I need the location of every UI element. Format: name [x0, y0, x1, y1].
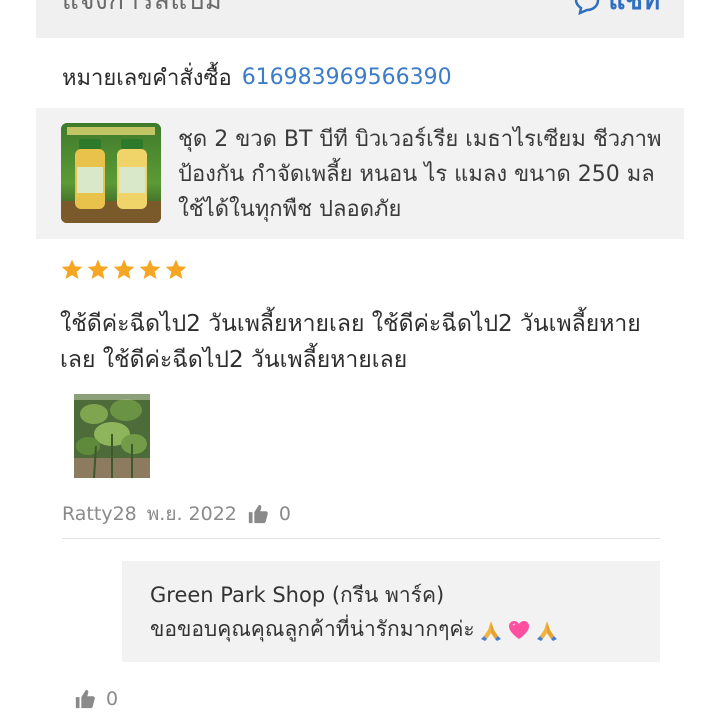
- report-spam-title[interactable]: แจ้งการสแปม: [62, 0, 222, 21]
- divider: [62, 538, 660, 539]
- order-number-row: หมายเลขคำสั่งซื้อ 616983969566390: [62, 60, 452, 94]
- review-text: ใช้ดีค่ะฉีดไป2 วันเพลี้ยหายเลย ใช้ดีค่ะฉ…: [60, 311, 641, 373]
- rating-stars: [60, 258, 188, 282]
- top-bar: แจ้งการสแปม แชท: [36, 0, 684, 38]
- folded-hands-icon: [480, 620, 501, 641]
- seller-name: Green Park Shop (กรีน พาร์ค): [150, 583, 445, 607]
- star-icon: [87, 259, 109, 279]
- review-photo[interactable]: [74, 394, 150, 478]
- chat-icon: [575, 0, 600, 15]
- review-like-count: 0: [278, 503, 291, 525]
- star-icon: [139, 259, 161, 279]
- seller-reply-like-count: 0: [106, 688, 119, 710]
- heart-icon: [508, 620, 529, 639]
- star-icon: [165, 259, 187, 279]
- thumbs-up-icon[interactable]: [247, 503, 269, 525]
- thumbs-up-icon[interactable]: [74, 688, 96, 710]
- chat-button[interactable]: แชท: [572, 0, 660, 21]
- order-number-label: หมายเลขคำสั่งซื้อ: [62, 65, 232, 91]
- product-card[interactable]: ชุด 2 ขวด BT บีที บิวเวอร์เรีย เมธาไรเซี…: [36, 108, 684, 239]
- chat-button-label: แชท: [608, 0, 660, 16]
- product-title[interactable]: ชุด 2 ขวด BT บีที บิวเวอร์เรีย เมธาไรเซี…: [178, 122, 668, 227]
- seller-reply: Green Park Shop (กรีน พาร์ค) ขอขอบคุณคุณ…: [122, 561, 660, 662]
- star-icon: [61, 259, 83, 279]
- product-image[interactable]: [61, 123, 161, 223]
- seller-reply-text-row: ขอขอบคุณคุณลูกค้าที่น่ารักมากๆค่ะ: [150, 613, 559, 646]
- reviewer-username: Ratty28: [62, 503, 137, 525]
- star-icon: [113, 259, 135, 279]
- folded-hands-icon: [536, 620, 557, 641]
- seller-reply-like: 0: [74, 684, 118, 714]
- review-meta: Ratty28 พ.ย. 2022 0: [62, 498, 291, 530]
- review-date: พ.ย. 2022: [146, 503, 237, 525]
- seller-reply-text: ขอขอบคุณคุณลูกค้าที่น่ารักมากๆค่ะ: [150, 617, 475, 641]
- order-number-link[interactable]: 616983969566390: [242, 65, 452, 90]
- product-bottles-image: [61, 123, 161, 223]
- plant-photo-image: [74, 394, 150, 478]
